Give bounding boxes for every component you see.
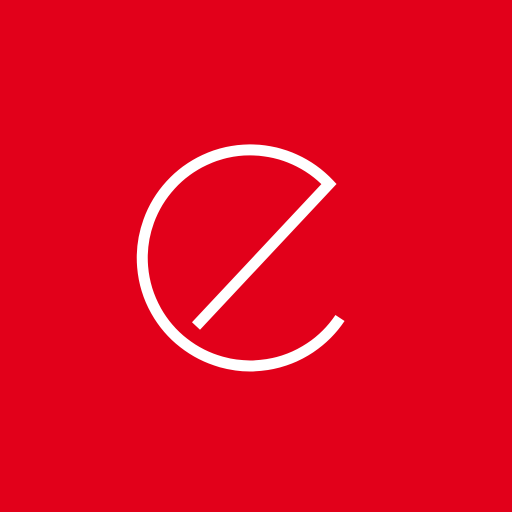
app-icon <box>0 0 512 512</box>
e-logo-stroke <box>136 144 345 372</box>
e-logo-icon <box>136 144 345 372</box>
